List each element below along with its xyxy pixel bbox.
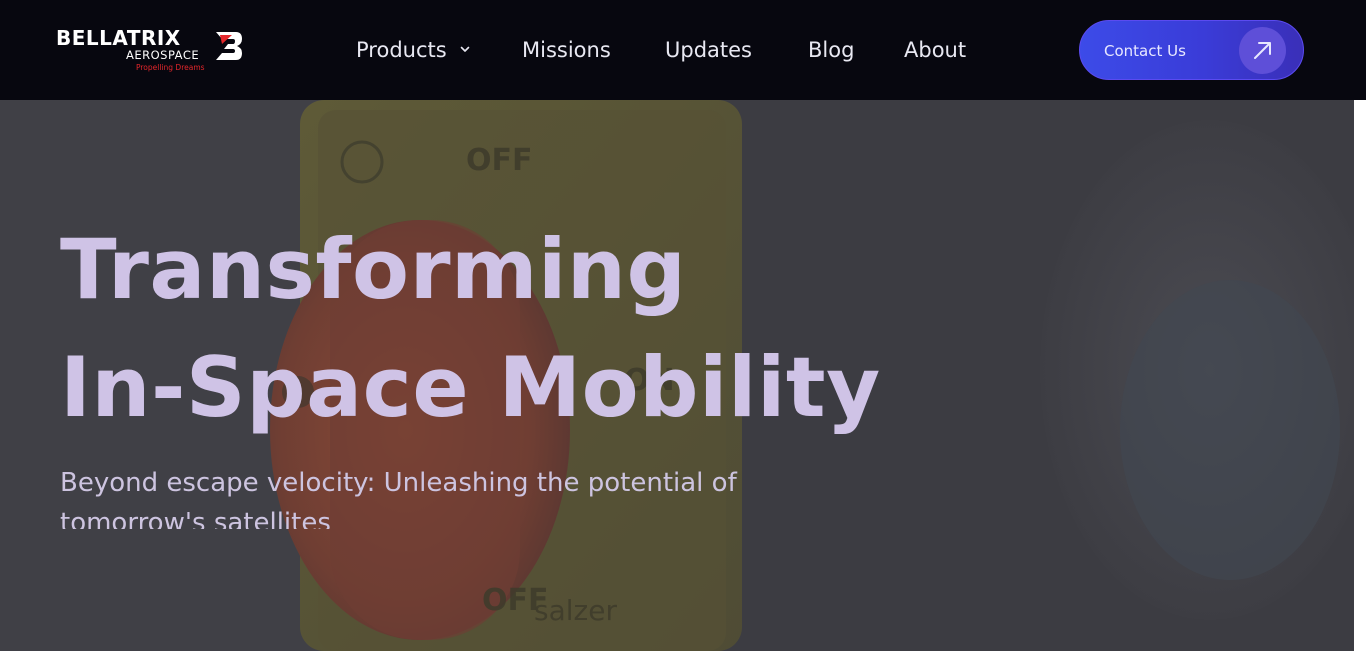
panel-label-off-top: OFF [466,143,533,178]
brand-subtitle: AEROSPACE [126,48,200,62]
chevron-down-icon [461,46,470,52]
contact-us-label: Contact Us [1104,42,1186,60]
nav-item-products[interactable]: Products [356,34,471,66]
contact-us-button[interactable]: Contact Us [1079,20,1304,80]
brand-mark-icon [216,32,242,60]
hero-title: Transforming In-Space Mobility [60,211,881,447]
hero-subtitle: Beyond escape velocity: Unleashing the p… [60,468,737,529]
hero-section: OFF ON OFF salzer Transforming In-Space … [0,100,1354,651]
hero-title-line-1: Transforming [60,220,687,318]
panel-label-brand: salzer [534,594,617,627]
navbar: BELLATRIX AEROSPACE Propelling Dreams Pr… [0,0,1366,100]
nav-item-about[interactable]: About [904,34,966,66]
nav-item-missions[interactable]: Missions [522,34,611,66]
nav-item-updates[interactable]: Updates [665,34,752,66]
brand-logo[interactable]: BELLATRIX AEROSPACE Propelling Dreams [56,27,246,75]
scrollbar-gutter [1354,100,1366,651]
brand-tagline: Propelling Dreams [136,63,205,72]
brand-name: BELLATRIX [56,26,181,50]
arrow-up-right-icon [1239,27,1286,74]
hero-title-line-2: In-Space Mobility [60,338,881,436]
nav-item-blog[interactable]: Blog [808,34,854,66]
nav-item-label: Products [356,38,447,62]
